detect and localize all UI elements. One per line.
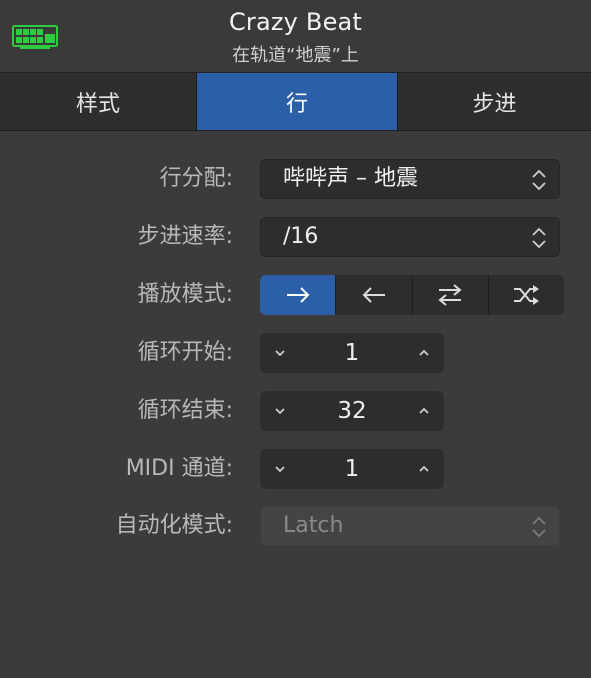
playback-backward-button[interactable] <box>335 275 411 315</box>
playback-forward-button[interactable] <box>260 275 336 315</box>
shuffle-icon <box>514 285 540 305</box>
midi-channel-stepper: 1 <box>260 449 444 489</box>
chevron-up-icon <box>419 349 429 356</box>
row-assignment-label: 行分配: <box>159 166 233 191</box>
loop-start-increment-button[interactable] <box>404 333 444 373</box>
row-assignment-value: 哔哔声 – 地震 <box>283 166 418 191</box>
playback-random-button[interactable] <box>487 275 564 315</box>
loop-end-value[interactable]: 32 <box>300 391 404 431</box>
automation-mode-value: Latch <box>283 513 344 538</box>
chevron-up-icon <box>419 407 429 414</box>
tab-step[interactable]: 步进 <box>397 73 591 130</box>
up-down-chevron-icon <box>532 227 546 249</box>
ping-pong-arrows-icon <box>438 284 462 306</box>
midi-channel-label: MIDI 通道: <box>125 456 233 481</box>
step-rate-row: 步进速率: /16 <box>0 215 591 259</box>
playback-mode-label: 播放模式: <box>137 282 233 307</box>
playback-ping-pong-button[interactable] <box>411 275 488 315</box>
step-rate-label: 步进速率: <box>137 224 233 249</box>
midi-channel-row: MIDI 通道: 1 <box>0 447 591 491</box>
track-subtitle: 在轨道“地震”上 <box>232 45 359 66</box>
row-assignment-row: 行分配: 哔哔声 – 地震 <box>0 157 591 201</box>
step-rate-select[interactable]: /16 <box>260 217 560 257</box>
automation-mode-label: 自动化模式: <box>115 513 233 538</box>
loop-start-row: 循环开始: 1 <box>0 331 591 375</box>
automation-mode-row: 自动化模式: Latch <box>0 504 591 548</box>
midi-channel-increment-button[interactable] <box>404 449 444 489</box>
region-title: Crazy Beat <box>228 8 363 36</box>
midi-channel-value[interactable]: 1 <box>300 449 404 489</box>
automation-mode-select[interactable]: Latch <box>260 506 560 546</box>
loop-end-increment-button[interactable] <box>404 391 444 431</box>
loop-start-decrement-button[interactable] <box>260 333 300 373</box>
loop-start-stepper: 1 <box>260 333 444 373</box>
loop-start-value[interactable]: 1 <box>300 333 404 373</box>
chevron-down-icon <box>275 408 285 415</box>
loop-start-label: 循环开始: <box>137 340 233 365</box>
step-rate-value: /16 <box>283 224 319 249</box>
chevron-down-icon <box>275 466 285 473</box>
playback-mode-row: 播放模式: <box>0 273 591 317</box>
loop-end-decrement-button[interactable] <box>260 391 300 431</box>
up-down-chevron-icon <box>532 516 546 538</box>
inspector-header: Crazy Beat 在轨道“地震”上 <box>0 0 591 73</box>
forward-arrow-icon <box>286 287 310 303</box>
up-down-chevron-icon <box>532 169 546 191</box>
loop-end-row: 循环结束: 32 <box>0 389 591 433</box>
midi-channel-decrement-button[interactable] <box>260 449 300 489</box>
tab-row[interactable]: 行 <box>197 73 397 130</box>
inspector-panel: Crazy Beat 在轨道“地震”上 样式 行 步进 行分配: 哔哔声 – 地… <box>0 0 591 678</box>
chevron-down-icon <box>275 350 285 357</box>
tab-pattern[interactable]: 样式 <box>0 73 197 130</box>
backward-arrow-icon <box>362 287 385 303</box>
row-assignment-select[interactable]: 哔哔声 – 地震 <box>260 159 560 199</box>
playback-mode-segmented-control <box>260 275 564 315</box>
loop-end-label: 循环结束: <box>137 398 233 423</box>
inspector-tabs: 样式 行 步进 <box>0 73 591 131</box>
chevron-up-icon <box>419 465 429 472</box>
loop-end-stepper: 32 <box>260 391 444 431</box>
